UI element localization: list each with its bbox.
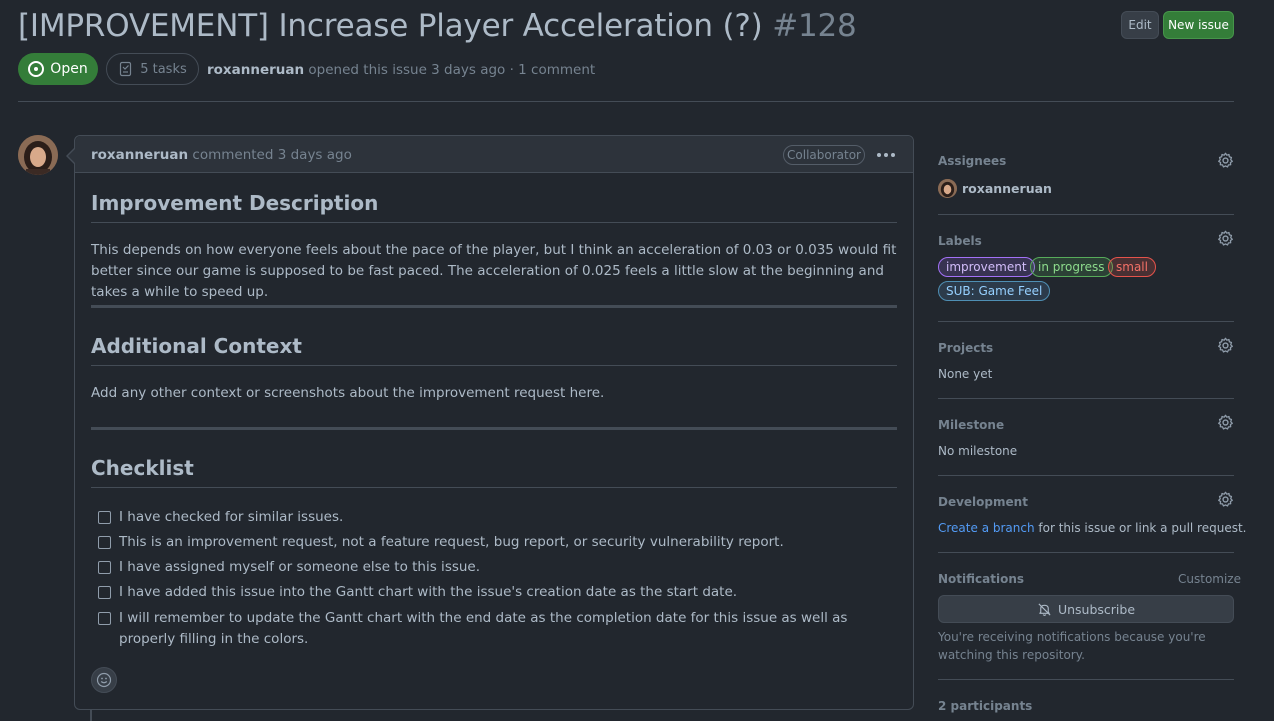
section-heading: Improvement Description [91,191,379,215]
horizontal-rule [91,427,897,430]
comment-caret-inner [68,149,75,163]
add-reaction-button[interactable] [91,667,117,693]
section-body: This depends on how everyone feels about… [91,242,897,300]
issue-author-link[interactable]: roxanneruan [207,62,304,78]
sidebar-divider [938,321,1234,322]
checklist-icon [120,61,132,77]
notifications-heading: Notifications [938,572,1025,586]
tasks-badge[interactable]: 5 tasks [106,53,199,85]
comment-author-avatar[interactable] [18,135,58,175]
comment-options-button[interactable] [876,146,896,164]
assignee-name: roxanneruan [962,181,1052,196]
assignees-gear-icon[interactable] [1217,152,1234,169]
horizontal-rule [91,305,897,308]
customize-link[interactable]: Customize [1178,572,1241,586]
label-small[interactable]: small [1108,257,1156,277]
checklist-item: I will remember to update the Gantt char… [98,608,869,650]
unsubscribe-label: Unsubscribe [1057,601,1136,617]
unsubscribe-button[interactable]: Unsubscribe [938,595,1234,623]
section-body: Add any other context or screenshots abo… [91,385,605,401]
issue-opened-icon [28,61,45,77]
task-text: I will remember to update the Gantt char… [119,610,848,647]
development-text: Create a branch for this issue or link a… [938,521,1247,535]
sidebar-divider [938,475,1234,476]
development-rest: for this issue or link a pull request. [1034,521,1247,535]
task-text: I have added this issue into the Gantt c… [119,584,738,600]
task-checkbox[interactable] [98,511,111,524]
task-checkbox[interactable] [98,612,111,625]
task-checkbox[interactable] [98,561,111,574]
issue-title: [IMPROVEMENT] Increase Player Accelerati… [18,8,857,44]
checklist-item: I have assigned myself or someone else t… [98,557,879,578]
create-branch-link[interactable]: Create a branch [938,521,1035,535]
comment-timestamp: commented 3 days ago [188,147,352,163]
sidebar-divider [938,679,1234,680]
label-improvement[interactable]: improvement [938,257,1035,277]
milestone-value: No milestone [938,444,1018,458]
heading-divider [91,487,897,488]
projects-gear-icon[interactable] [1217,337,1234,354]
labels-heading: Labels [938,234,982,248]
label-in-progress[interactable]: in progress [1030,257,1113,277]
issue-meta: roxanneruan opened this issue 3 days ago… [207,62,595,78]
task-text: I have checked for similar issues. [119,509,344,525]
new-issue-button[interactable]: New issue [1163,11,1234,39]
assignees-heading: Assignees [938,154,1007,168]
participants-heading: 2 participants [938,699,1033,713]
development-heading: Development [938,495,1028,509]
checklist-item: I have added this issue into the Gantt c… [98,582,879,603]
assignee-item[interactable]: roxanneruan [938,179,1052,198]
checklist-item: I have checked for similar issues. [98,507,879,528]
kebab-dot-icon [891,153,895,157]
kebab-dot-icon [877,153,881,157]
heading-divider [91,365,897,366]
sidebar-divider [938,552,1234,553]
task-checkbox[interactable] [98,536,111,549]
issue-title-text: [IMPROVEMENT] Increase Player Accelerati… [18,8,763,44]
sidebar-divider [938,214,1234,215]
smiley-icon [96,672,112,688]
checklist-item: This is an improvement request, not a fe… [98,532,879,553]
collaborator-badge: Collaborator [783,145,865,165]
bell-slash-icon [1038,602,1051,616]
notification-reason: You're receiving notifications because y… [938,630,1206,662]
milestone-heading: Milestone [938,418,1005,432]
tasks-count: 5 tasks [140,61,187,77]
kebab-dot-icon [884,153,888,157]
issue-state-badge: Open [18,53,98,85]
issue-number: #128 [772,8,857,44]
section-heading: Checklist [91,456,194,480]
development-gear-icon[interactable] [1217,491,1234,508]
issue-meta-text: opened this issue 3 days ago · 1 comment [304,62,596,78]
labels-gear-icon[interactable] [1217,230,1234,247]
assignee-avatar [938,179,957,198]
task-text: This is an improvement request, not a fe… [119,534,784,550]
task-text: I have assigned myself or someone else t… [119,559,481,575]
issue-state-label: Open [50,61,88,77]
heading-divider [91,222,897,223]
task-checkbox[interactable] [98,586,111,599]
comment-author-line: roxanneruan commented 3 days ago [91,147,352,163]
comment-author-link[interactable]: roxanneruan [91,147,188,163]
sidebar-divider [938,398,1234,399]
section-heading: Additional Context [91,334,302,358]
projects-heading: Projects [938,341,994,355]
projects-value: None yet [938,367,993,381]
header-divider [18,101,1234,102]
timeline-line [90,710,92,721]
milestone-gear-icon[interactable] [1217,414,1234,431]
label-sub-game-feel[interactable]: SUB: Game Feel [938,281,1051,301]
edit-button[interactable]: Edit [1121,11,1159,39]
